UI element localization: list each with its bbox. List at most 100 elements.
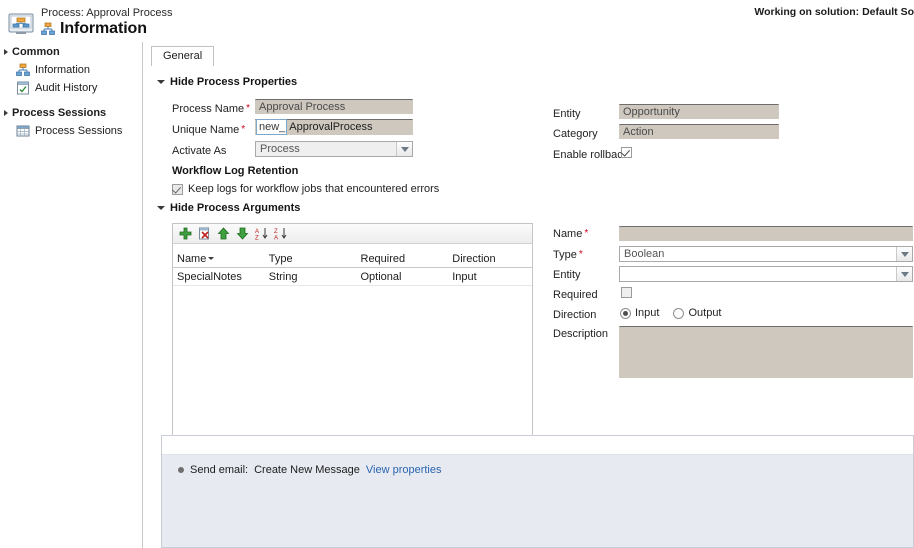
column-header-name[interactable]: Name: [173, 253, 265, 265]
collapse-icon: [157, 206, 165, 210]
sort-za-icon[interactable]: Z A: [274, 227, 287, 240]
plus-icon[interactable]: [179, 227, 192, 240]
entity-field[interactable]: Opportunity: [619, 104, 779, 119]
argument-entity-label: Entity: [553, 269, 581, 281]
step-bullet-icon: [178, 467, 184, 473]
keep-logs-checkbox-row[interactable]: Keep logs for workflow jobs that encount…: [172, 183, 439, 195]
nav-group-label: Common: [12, 46, 60, 58]
argument-type-select[interactable]: Boolean: [619, 246, 913, 262]
argument-type-value: Boolean: [624, 247, 665, 260]
page-title: Information: [60, 20, 147, 37]
argument-type-label: Type *: [553, 249, 583, 261]
sidebar-item-label: Audit History: [35, 82, 98, 94]
keep-logs-checkbox[interactable]: [172, 183, 183, 195]
category-field[interactable]: Action: [619, 124, 779, 139]
sidebar-item-label: Information: [35, 64, 91, 76]
radio-output-indicator: [673, 307, 685, 319]
process-name-label: Process Name *: [172, 103, 251, 115]
chevron-down-icon[interactable]: [896, 267, 912, 281]
step-label: Send email:: [190, 464, 249, 476]
radio-input-indicator: [620, 307, 631, 319]
cell-name: SpecialNotes: [177, 270, 242, 283]
argument-description-textarea[interactable]: [619, 326, 913, 378]
section-label: Hide Process Properties: [170, 76, 298, 88]
process-name-field[interactable]: Approval Process: [255, 99, 413, 114]
left-navigation: Common Information Audit History Process…: [0, 42, 143, 548]
category-label: Category: [553, 128, 598, 140]
process-sessions-icon: [16, 125, 30, 137]
audit-history-icon: [17, 81, 29, 95]
column-header-type[interactable]: Type: [265, 253, 357, 265]
solution-indicator: Working on solution: Default So: [754, 6, 914, 18]
process-arguments-grid: A Z Z A Name Type Required Direction Spe…: [172, 223, 533, 456]
workflow-steps-toolbar: [162, 436, 913, 455]
workflow-log-retention-heading: Workflow Log Retention: [172, 165, 299, 177]
delete-document-icon[interactable]: [198, 227, 211, 240]
breadcrumb: Process: Approval Process: [41, 7, 173, 19]
section-toggle-process-arguments[interactable]: Hide Process Arguments: [157, 202, 300, 214]
radio-input-label: Input: [635, 307, 660, 319]
section-label: Hide Process Arguments: [170, 202, 301, 214]
process-icon: [16, 63, 30, 76]
nav-group-common: Common Information Audit History: [0, 42, 142, 97]
workflow-steps-panel: Send email: Create New Message View prop…: [161, 435, 914, 548]
sidebar-item-process-sessions[interactable]: Process Sessions: [0, 122, 142, 140]
nav-group-label: Process Sessions: [12, 107, 107, 119]
activate-as-label: Activate As: [172, 145, 227, 157]
chevron-down-icon[interactable]: [396, 142, 412, 156]
arrow-up-icon[interactable]: [217, 227, 230, 240]
activate-as-select[interactable]: Process: [255, 141, 413, 157]
page-header: Process: Approval Process Information Wo…: [0, 0, 914, 42]
argument-name-field[interactable]: [619, 226, 913, 241]
svg-text:Z: Z: [274, 229, 278, 235]
argument-description-label: Description: [553, 328, 609, 340]
section-toggle-process-properties[interactable]: Hide Process Properties: [157, 76, 297, 88]
column-header-required[interactable]: Required: [357, 253, 449, 265]
unique-name-label: Unique Name *: [172, 124, 246, 136]
unique-name-field[interactable]: new_ ApprovalProcess: [255, 119, 413, 135]
argument-entity-select[interactable]: [619, 266, 913, 282]
direction-radio-group: Input Output: [620, 307, 722, 319]
cell-required: Optional: [360, 270, 402, 283]
argument-required-checkbox[interactable]: [621, 287, 632, 298]
sort-az-icon[interactable]: A Z: [255, 227, 268, 240]
arrow-down-icon[interactable]: [236, 227, 249, 240]
entity-label: Entity: [553, 108, 581, 120]
svg-text:Z: Z: [255, 236, 259, 241]
expander-icon: [4, 110, 8, 116]
argument-name-label: Name *: [553, 228, 589, 240]
expander-icon: [4, 49, 8, 55]
unique-name-value: ApprovalProcess: [289, 121, 373, 133]
collapse-icon: [157, 80, 165, 84]
form-body: Hide Process Properties Process Name * Ap…: [143, 42, 914, 548]
unique-name-prefix[interactable]: new_: [256, 119, 288, 135]
cell-direction: Input: [452, 270, 477, 283]
sidebar-item-label: Process Sessions: [35, 125, 123, 137]
process-icon: [41, 22, 55, 35]
keep-logs-label: Keep logs for workflow jobs that encount…: [188, 183, 440, 195]
sidebar-item-audit-history[interactable]: Audit History: [0, 79, 142, 97]
svg-text:A: A: [274, 236, 278, 241]
radio-direction-input[interactable]: Input: [620, 307, 659, 319]
nav-group-header-process-sessions[interactable]: Process Sessions: [0, 103, 142, 122]
tab-general[interactable]: General: [151, 46, 215, 66]
chevron-down-icon[interactable]: [896, 247, 912, 261]
enable-rollback-label: Enable rollback: [553, 149, 629, 161]
workflow-step-send-email[interactable]: Send email: Create New Message View prop…: [162, 455, 913, 476]
arguments-toolbar: A Z Z A: [173, 224, 532, 244]
table-row[interactable]: SpecialNotes String Optional Input: [173, 268, 532, 286]
argument-direction-label: Direction: [553, 309, 597, 321]
process-record-icon: [8, 13, 34, 34]
radio-output-label: Output: [688, 307, 722, 319]
grid-header-row: Name Type Required Direction: [173, 250, 532, 268]
sidebar-item-information[interactable]: Information: [0, 61, 142, 79]
enable-rollback-checkbox[interactable]: [621, 147, 632, 158]
svg-text:A: A: [255, 229, 259, 235]
radio-direction-output[interactable]: Output: [673, 307, 722, 319]
step-value: Create New Message: [254, 464, 360, 476]
cell-type: String: [268, 270, 298, 283]
nav-group-header-common[interactable]: Common: [0, 42, 142, 61]
view-properties-link[interactable]: View properties: [366, 464, 442, 476]
nav-group-process-sessions: Process Sessions Process Sessions: [0, 103, 142, 140]
column-header-direction[interactable]: Direction: [448, 253, 532, 265]
